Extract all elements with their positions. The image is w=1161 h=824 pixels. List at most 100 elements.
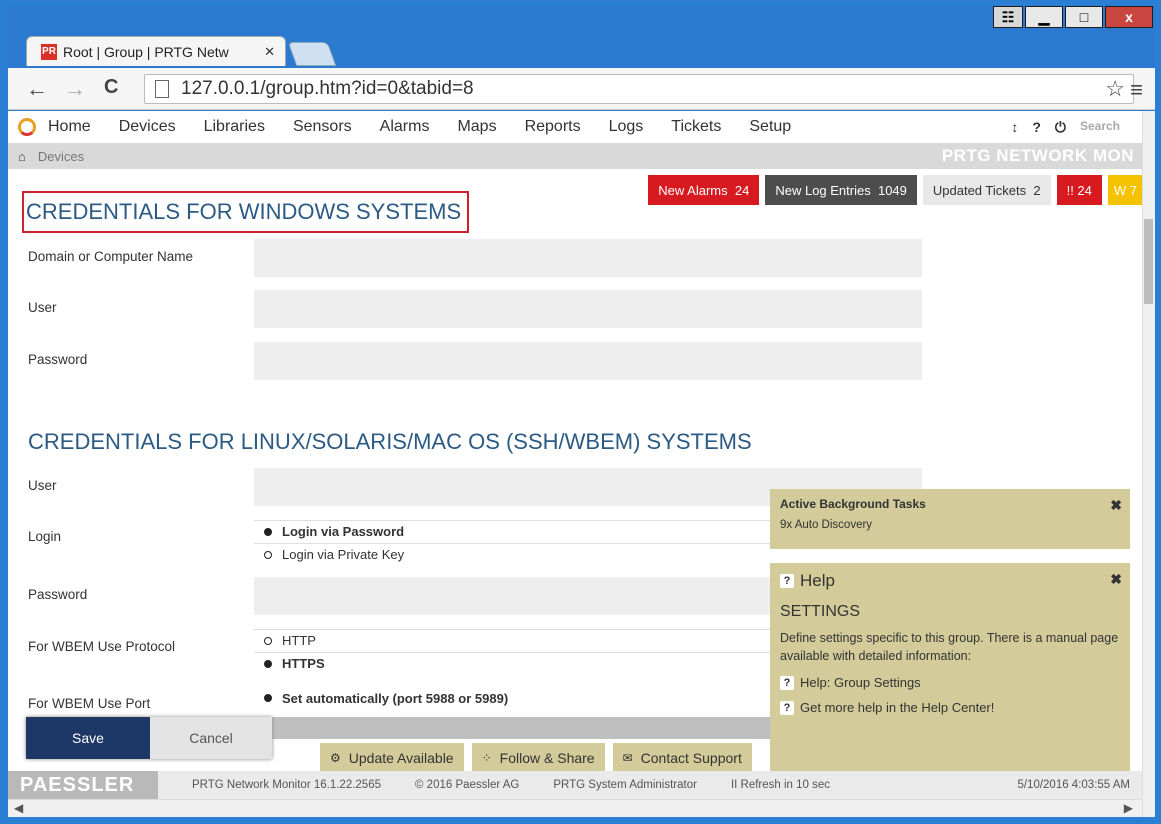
login-via-password-radio[interactable]: Login via Password	[254, 520, 774, 542]
user-icon[interactable]: ☷	[993, 6, 1023, 28]
follow-share-button[interactable]: ⁘ Follow & Share	[471, 743, 605, 773]
datetime-text: 5/10/2016 4:03:55 AM	[1017, 779, 1130, 791]
forward-arrow-icon[interactable]: →	[64, 76, 86, 102]
save-button[interactable]: Save	[26, 717, 150, 759]
wbem-port-label: For WBEM Use Port	[28, 696, 151, 711]
refresh-text[interactable]: II Refresh in 10 sec	[731, 779, 830, 791]
nav-tickets[interactable]: Tickets	[671, 118, 721, 136]
updated-tickets-label: Updated Tickets	[932, 182, 1027, 198]
windows-user-input[interactable]	[254, 290, 922, 328]
nav-reports[interactable]: Reports	[525, 118, 581, 136]
rss-icon: ⁘	[481, 751, 492, 765]
close-window-button[interactable]: x	[1105, 6, 1153, 28]
windows-credentials-title: CREDENTIALS FOR WINDOWS SYSTEMS	[22, 191, 470, 233]
home-icon[interactable]: ⌂	[18, 149, 26, 164]
status-badges: New Alarms 24 New Log Entries 1049 Updat…	[648, 175, 1155, 205]
browser-menu-icon[interactable]: ≡	[1130, 77, 1143, 103]
help-icon[interactable]: ?	[1032, 119, 1041, 136]
nav-setup[interactable]: Setup	[749, 118, 791, 136]
sync-icon[interactable]: ↕	[1011, 119, 1018, 136]
url-text: 127.0.0.1/group.htm?id=0&tabid=8	[181, 78, 474, 99]
windows-password-input[interactable]	[254, 342, 922, 380]
breadcrumb-devices[interactable]: Devices	[38, 149, 84, 164]
windows-password-label: Password	[28, 352, 88, 367]
help-group-settings-link[interactable]: ? Help: Group Settings	[780, 675, 1120, 690]
prtg-favicon-icon: PR	[41, 43, 57, 60]
user-text[interactable]: PRTG System Administrator	[553, 779, 697, 791]
new-tab-button[interactable]	[287, 42, 337, 66]
browser-window: ☷ ▁ □ x PR Root | Group | PRTG Netw ✕ ← …	[0, 0, 1161, 824]
prtg-brand-text: PRTG NETWORK MON	[941, 146, 1134, 165]
linux-password-label: Password	[28, 587, 88, 602]
domain-label: Domain or Computer Name	[28, 249, 194, 264]
page-icon	[155, 80, 169, 98]
help-center-link[interactable]: ? Get more help in the Help Center!	[780, 700, 1120, 715]
vertical-scrollbar[interactable]	[1142, 111, 1155, 817]
nav-devices[interactable]: Devices	[119, 118, 176, 136]
prtg-logo-icon[interactable]	[18, 118, 36, 136]
help-header: ? Help	[780, 571, 1120, 591]
nav-sensors[interactable]: Sensors	[293, 118, 352, 136]
tab-close-icon[interactable]: ✕	[264, 44, 275, 60]
update-available-button[interactable]: ⚙ Update Available	[320, 743, 464, 773]
new-alarms-count: 24	[734, 182, 750, 198]
warning-sensors-badge[interactable]: W 7	[1107, 175, 1143, 205]
window-controls: ☷ ▁ □ x	[993, 6, 1153, 28]
error-sensors-badge[interactable]: !! 24	[1056, 175, 1102, 205]
follow-label: Follow & Share	[499, 750, 595, 766]
bookmark-star-icon[interactable]: ☆	[1105, 76, 1125, 102]
reload-icon[interactable]: C	[104, 76, 118, 99]
address-bar[interactable]: 127.0.0.1/group.htm?id=0&tabid=8 ☆	[144, 74, 1134, 104]
updated-tickets-badge[interactable]: Updated Tickets 2	[922, 175, 1051, 205]
browser-toolbar: ← → C 127.0.0.1/group.htm?id=0&tabid=8 ☆…	[8, 68, 1155, 110]
protocol-http-label: HTTP	[282, 633, 316, 648]
contact-support-button[interactable]: ✉ Contact Support	[612, 743, 752, 773]
search-field[interactable]: Search	[1080, 119, 1120, 136]
linux-credentials-title: CREDENTIALS FOR LINUX/SOLARIS/MAC OS (SS…	[28, 429, 752, 454]
new-alarms-badge[interactable]: New Alarms 24	[648, 175, 760, 205]
radio-selected-icon	[264, 694, 272, 702]
domain-input[interactable]	[254, 239, 922, 277]
browser-tab[interactable]: PR Root | Group | PRTG Netw ✕	[26, 36, 286, 66]
nav-home[interactable]: Home	[48, 118, 91, 136]
wbem-protocol-label: For WBEM Use Protocol	[28, 639, 176, 654]
help-link2-label: Get more help in the Help Center!	[800, 700, 995, 715]
nav-maps[interactable]: Maps	[457, 118, 496, 136]
login-label: Login	[28, 529, 62, 544]
port-auto-label: Set automatically (port 5988 or 5989)	[282, 690, 509, 706]
login-opt2-label: Login via Private Key	[282, 547, 405, 562]
save-cancel-bar: Save Cancel	[26, 717, 272, 759]
login-opt1-label: Login via Password	[282, 524, 405, 539]
port-auto-radio[interactable]: Set automatically (port 5988 or 5989)	[254, 687, 774, 709]
logout-icon[interactable]: ⏻	[1055, 119, 1066, 136]
protocol-http-radio[interactable]: HTTP	[254, 629, 774, 651]
login-via-key-radio[interactable]: Login via Private Key	[254, 543, 774, 565]
close-icon[interactable]: ✖	[1110, 571, 1122, 588]
nav-logs[interactable]: Logs	[609, 118, 644, 136]
protocol-https-radio[interactable]: HTTPS	[254, 652, 774, 674]
new-log-entries-badge[interactable]: New Log Entries 1049	[765, 175, 917, 205]
paessler-logo: PAESSLER	[8, 771, 158, 799]
new-alarms-label: New Alarms	[658, 182, 728, 198]
question-icon: ?	[780, 700, 794, 715]
back-arrow-icon[interactable]: ←	[26, 76, 48, 102]
windows-user-label: User	[28, 300, 57, 315]
scroll-left-icon[interactable]: ◀	[14, 801, 23, 815]
linux-password-input[interactable]	[254, 577, 770, 615]
help-head-label: Help	[800, 571, 835, 590]
nav-alarms[interactable]: Alarms	[380, 118, 430, 136]
version-text: PRTG Network Monitor 16.1.22.2565	[192, 779, 381, 791]
close-icon[interactable]: ✖	[1110, 497, 1122, 514]
question-icon: ?	[780, 675, 794, 690]
nav-right-icons: ↕ ? ⏻ Search	[1011, 119, 1120, 136]
new-log-label: New Log Entries	[775, 182, 871, 198]
help-link1-label: Help: Group Settings	[800, 675, 921, 690]
cancel-button[interactable]: Cancel	[150, 717, 272, 759]
minimize-button[interactable]: ▁	[1025, 6, 1063, 28]
scroll-right-icon[interactable]: ▶	[1124, 801, 1133, 815]
maximize-button[interactable]: □	[1065, 6, 1103, 28]
nav-libraries[interactable]: Libraries	[204, 118, 265, 136]
horizontal-scrollbar[interactable]: ◀ ▶	[8, 799, 1155, 817]
scrollbar-thumb[interactable]	[1144, 219, 1153, 304]
bg-tasks-item: 9x Auto Discovery	[780, 519, 873, 531]
